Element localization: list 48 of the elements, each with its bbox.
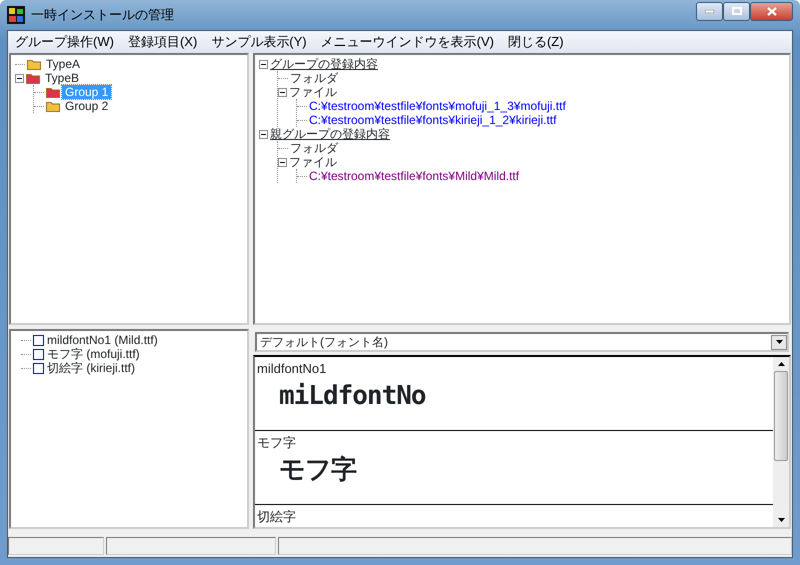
scroll-thumb[interactable] <box>774 371 788 461</box>
scrollbar[interactable] <box>773 357 789 527</box>
tree-item[interactable]: フォルダ <box>290 71 338 85</box>
tree-item[interactable]: フォルダ <box>290 141 338 155</box>
font-sample: miLdfontNo <box>279 380 427 412</box>
font-sample: モフ字 <box>279 454 358 486</box>
maximize-icon <box>732 7 742 15</box>
tree-item[interactable]: TypeB <box>42 71 82 85</box>
checkbox[interactable] <box>33 362 44 374</box>
collapse-icon[interactable] <box>278 88 287 96</box>
maximize-button[interactable] <box>723 2 750 20</box>
tree-heading[interactable]: 親グループの登録内容 <box>270 127 390 141</box>
sample-mode-dropdown[interactable]: デフォルト(フォント名) <box>255 332 789 352</box>
collapse-icon[interactable] <box>259 60 268 68</box>
file-path[interactable]: C:¥testroom¥testfile¥fonts¥Mild¥Mild.ttf <box>309 169 520 183</box>
tree-item[interactable]: ファイル <box>289 155 337 169</box>
app-icon <box>7 6 25 24</box>
font-name: mildfontNo1 <box>257 360 328 378</box>
font-list-item[interactable]: 切絵字 (kirieji.ttf) <box>47 361 135 375</box>
menu-item[interactable]: グループ操作(W) <box>8 32 121 52</box>
caret-icon <box>776 340 782 344</box>
checkbox[interactable] <box>33 334 44 346</box>
file-path[interactable]: C:¥testroom¥testfile¥fonts¥kirieji_1_2¥kirieji.ttf <box>309 113 556 127</box>
menu-item[interactable]: 登録項目(X) <box>120 32 204 52</box>
font-name: モフ字 <box>257 434 297 452</box>
close-button[interactable] <box>750 2 793 20</box>
collapse-icon[interactable] <box>15 74 24 82</box>
font-list-item[interactable]: モフ字 (mofuji.ttf) <box>47 347 140 361</box>
minimize-button[interactable] <box>696 2 723 20</box>
font-name: 切絵字 <box>257 508 297 526</box>
menu-item[interactable]: サンプル表示(Y) <box>204 32 314 52</box>
collapse-icon[interactable] <box>259 130 268 138</box>
window-title: 一時インストールの管理 <box>31 6 174 24</box>
file-path[interactable]: C:¥testroom¥testfile¥fonts¥mofuji_1_3¥mofuji.ttf <box>309 99 566 113</box>
tree-heading[interactable]: グループの登録内容 <box>270 57 378 71</box>
minimize-icon <box>705 10 714 12</box>
dropdown-button[interactable] <box>771 334 787 350</box>
close-icon <box>766 6 776 16</box>
checkbox[interactable] <box>33 348 44 360</box>
scroll-up-icon <box>778 362 784 366</box>
collapse-icon[interactable] <box>278 158 287 166</box>
tree-item[interactable]: ファイル <box>289 85 337 99</box>
scroll-down-icon <box>778 518 784 522</box>
menu-item[interactable]: メニューウインドウを表示(V) <box>314 32 501 52</box>
font-list-item[interactable]: mildfontNo1 (Mild.ttf) <box>47 333 158 347</box>
menu-item[interactable]: 閉じる(Z) <box>500 32 571 52</box>
tree-item[interactable]: Group 2 <box>62 99 112 113</box>
tree-item[interactable]: TypeA <box>43 57 84 71</box>
